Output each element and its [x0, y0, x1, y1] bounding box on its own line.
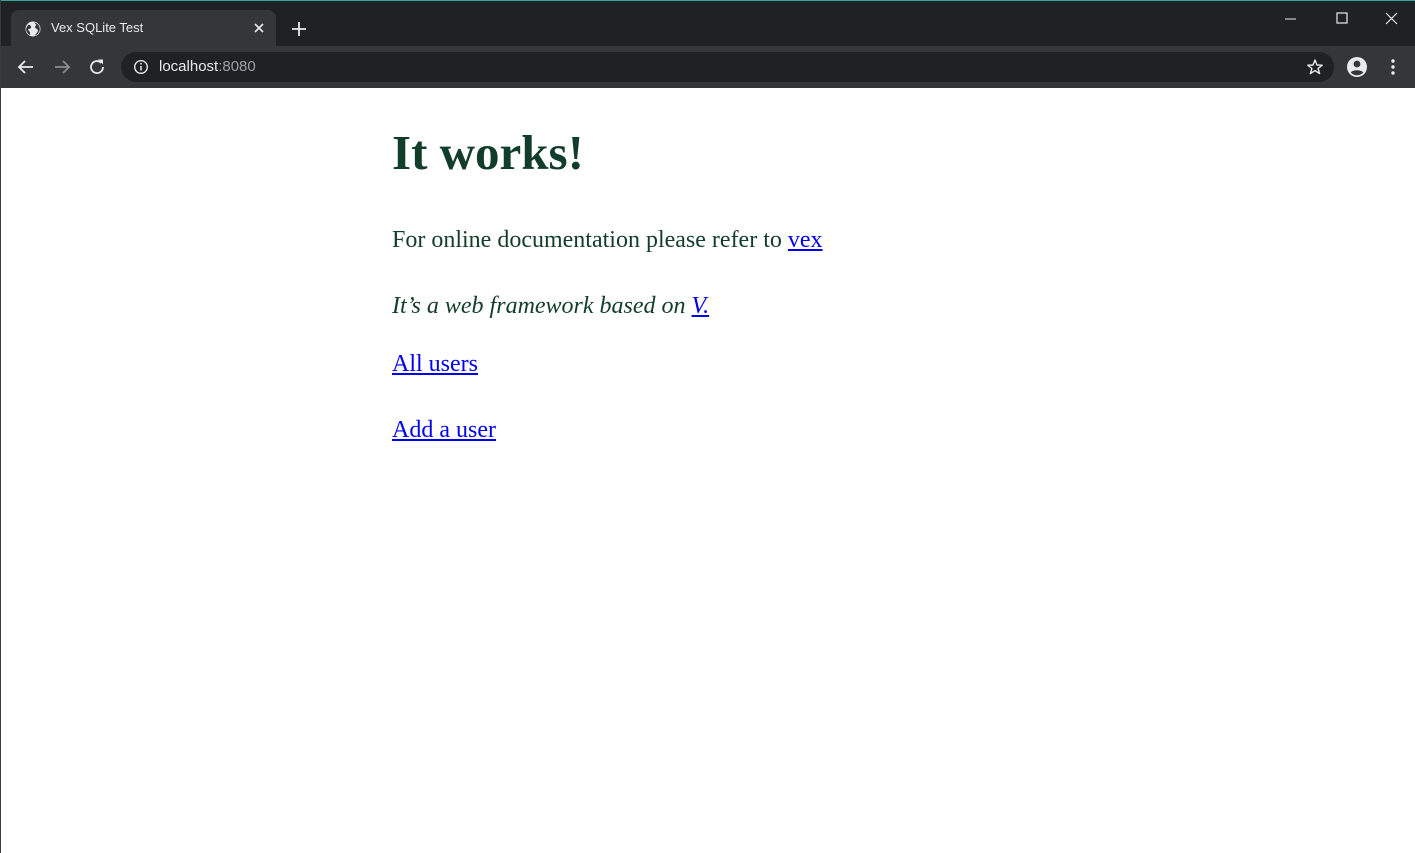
maximize-icon[interactable] — [1332, 9, 1352, 29]
url-port: :8080 — [218, 58, 256, 75]
forward-arrow-icon[interactable] — [52, 57, 72, 77]
browser-window: Vex SQLite Test localhost:8080 It works!… — [0, 0, 1415, 853]
vex-docs-link[interactable]: vex — [788, 227, 823, 253]
page-content: It works! For online documentation pleas… — [1, 88, 1415, 853]
info-icon[interactable] — [133, 59, 149, 75]
v-language-link[interactable]: V. — [692, 293, 710, 319]
window-close-icon[interactable] — [1382, 9, 1402, 29]
back-arrow-icon[interactable] — [16, 57, 36, 77]
new-tab-plus-icon[interactable] — [290, 20, 308, 38]
browser-toolbar: localhost:8080 — [1, 46, 1415, 88]
documentation-paragraph: For online documentation please refer to… — [392, 228, 823, 252]
address-bar[interactable]: localhost:8080 — [121, 52, 1334, 82]
add-user-link[interactable]: Add a user — [392, 418, 496, 442]
tab-close-icon[interactable] — [252, 21, 266, 35]
minimize-icon[interactable] — [1281, 9, 1301, 29]
all-users-link[interactable]: All users — [392, 352, 478, 376]
page-title: It works! — [392, 125, 584, 180]
reload-icon[interactable] — [87, 57, 107, 77]
url-text: localhost:8080 — [159, 58, 256, 75]
account-icon[interactable] — [1346, 56, 1368, 78]
url-host: localhost — [159, 58, 219, 75]
star-icon[interactable] — [1306, 58, 1324, 76]
tab-strip: Vex SQLite Test — [1, 1, 1415, 47]
documentation-text: For online documentation please refer to — [392, 227, 788, 253]
framework-text: It’s a web framework based on — [392, 293, 692, 319]
tab-title: Vex SQLite Test — [51, 20, 144, 35]
more-vertical-icon[interactable] — [1383, 57, 1403, 77]
globe-icon — [25, 21, 41, 37]
framework-paragraph: It’s a web framework based on V. — [392, 294, 709, 318]
tab-vex-sqlite-test[interactable]: Vex SQLite Test — [11, 10, 276, 47]
